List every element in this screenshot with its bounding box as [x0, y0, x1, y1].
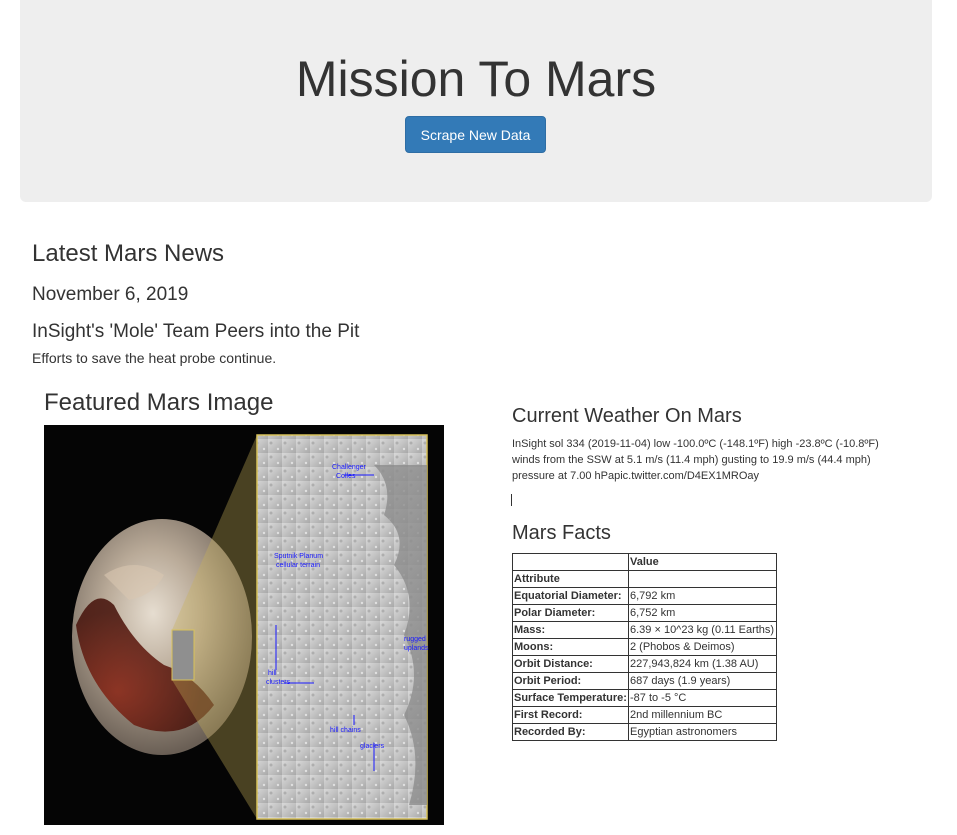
fact-value: 687 days (1.9 years) — [628, 672, 777, 690]
fact-key: Moons: — [512, 638, 629, 656]
table-row: Mass: 6.39 × 10^23 kg (0.11 Earths) — [512, 621, 777, 639]
news-title: InSight's 'Mole' Team Peers into the Pit — [32, 321, 360, 342]
news-teaser: Efforts to save the heat probe continue. — [32, 350, 277, 366]
table-row: Orbit Period: 687 days (1.9 years) — [512, 672, 777, 690]
table-row: Surface Temperature: -87 to -5 °C — [512, 689, 777, 707]
fact-key: Mass: — [512, 621, 629, 639]
svg-text:cellular terrain: cellular terrain — [276, 562, 320, 569]
fact-value: 6,752 km — [628, 604, 777, 622]
news-date: November 6, 2019 — [32, 284, 189, 305]
jumbotron-header: Mission To Mars Scrape New Data — [20, 0, 932, 202]
table-header-value: Value — [628, 553, 777, 571]
table-header-row: Value — [512, 553, 777, 571]
news-section-heading: Latest Mars News — [32, 240, 225, 267]
fact-key: First Record: — [512, 706, 629, 724]
fact-value: 6.39 × 10^23 kg (0.11 Earths) — [628, 621, 777, 639]
table-header-blank — [628, 570, 777, 588]
fact-value: Egyptian astronomers — [628, 723, 777, 741]
facts-heading: Mars Facts — [512, 522, 611, 544]
fact-value: 6,792 km — [628, 587, 777, 605]
fact-key: Orbit Period: — [512, 672, 629, 690]
table-row: Recorded By: Egyptian astronomers — [512, 723, 777, 741]
fact-key: Polar Diameter: — [512, 604, 629, 622]
table-row: First Record: 2nd millennium BC — [512, 706, 777, 724]
fact-value: -87 to -5 °C — [628, 689, 777, 707]
weather-report: InSight sol 334 (2019-11-04) low -100.0º… — [512, 438, 879, 482]
svg-text:hill: hill — [268, 670, 277, 677]
table-row: Orbit Distance: 227,943,824 km (1.38 AU) — [512, 655, 777, 673]
text-cursor — [511, 494, 512, 506]
scrape-new-data-button[interactable]: Scrape New Data — [405, 116, 546, 153]
featured-image-heading: Featured Mars Image — [44, 389, 274, 416]
svg-text:hill chains: hill chains — [330, 727, 361, 734]
table-header-row: Attribute — [512, 570, 777, 588]
weather-heading: Current Weather On Mars — [512, 405, 742, 427]
fact-key: Recorded By: — [512, 723, 629, 741]
fact-key: Orbit Distance: — [512, 655, 629, 673]
fact-value: 2nd millennium BC — [628, 706, 777, 724]
svg-text:glaciers: glaciers — [360, 743, 385, 750]
svg-text:uplands: uplands — [404, 645, 429, 652]
table-header-blank — [512, 553, 629, 571]
fact-key: Equatorial Diameter: — [512, 587, 629, 605]
svg-text:Colles: Colles — [336, 473, 356, 480]
featured-mars-image: Challenger Colles Sputnik Planum cellula… — [44, 425, 444, 825]
svg-text:rugged: rugged — [404, 636, 426, 643]
svg-text:Sputnik Planum: Sputnik Planum — [274, 553, 323, 560]
table-row: Polar Diameter: 6,752 km — [512, 604, 777, 622]
table-row: Equatorial Diameter: 6,792 km — [512, 587, 777, 605]
table-header-attribute: Attribute — [512, 570, 629, 588]
fact-value: 2 (Phobos & Deimos) — [628, 638, 777, 656]
fact-key: Surface Temperature: — [512, 689, 629, 707]
table-row: Moons: 2 (Phobos & Deimos) — [512, 638, 777, 656]
fact-value: 227,943,824 km (1.38 AU) — [628, 655, 777, 673]
svg-text:Challenger: Challenger — [332, 464, 367, 471]
mars-facts-table: Value Attribute Equatorial Diameter: 6,7… — [512, 553, 777, 741]
page-title: Mission To Mars — [295, 51, 657, 107]
